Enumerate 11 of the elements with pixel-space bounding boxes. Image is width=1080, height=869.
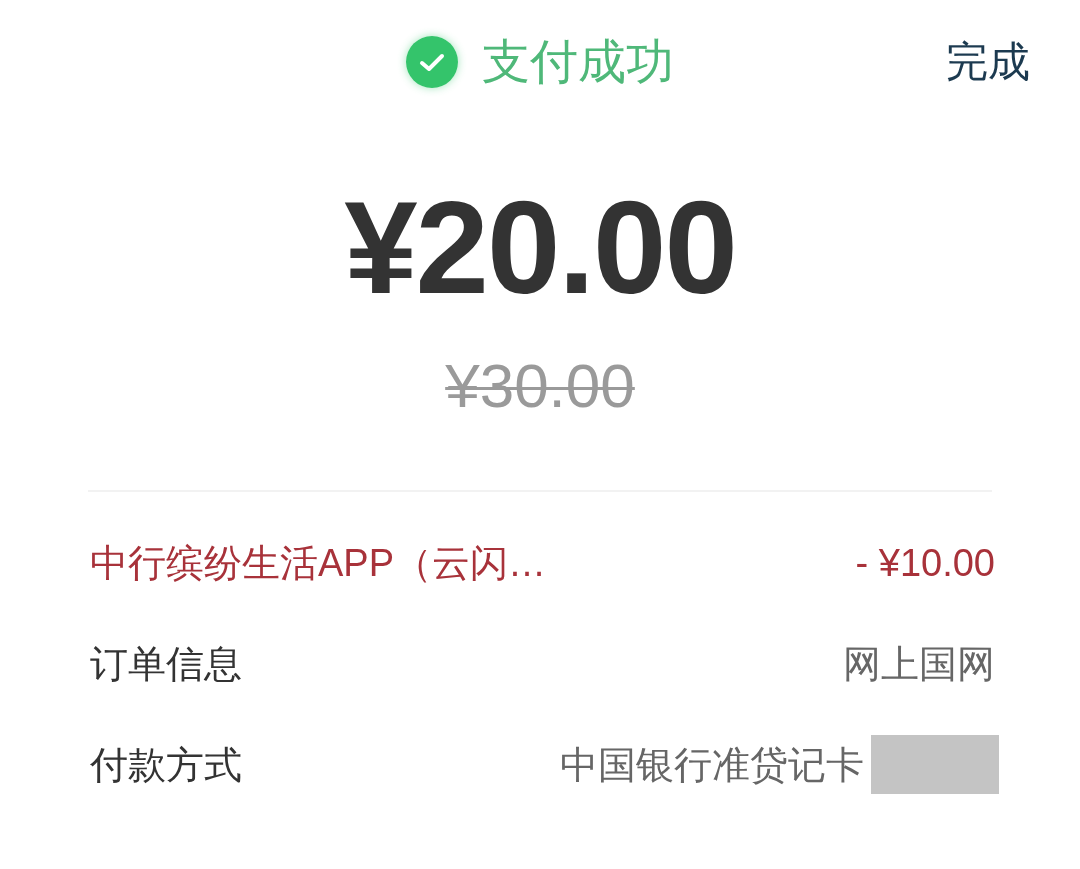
status-title: 支付成功: [482, 38, 674, 86]
payment-amount: ¥20.00: [344, 182, 736, 314]
discount-name: 中行缤纷生活APP（云闪…: [90, 543, 547, 582]
row-value: 中国银行准贷记卡: [560, 745, 864, 784]
row-label: 付款方式: [90, 745, 242, 784]
done-button[interactable]: 完成: [946, 41, 1030, 83]
row-label: 订单信息: [90, 644, 242, 683]
row-value: 网上国网: [843, 644, 995, 683]
discount-amount: - ¥10.00: [855, 543, 995, 582]
check-circle-icon: [406, 36, 458, 88]
original-amount: ¥30.00: [445, 355, 635, 417]
